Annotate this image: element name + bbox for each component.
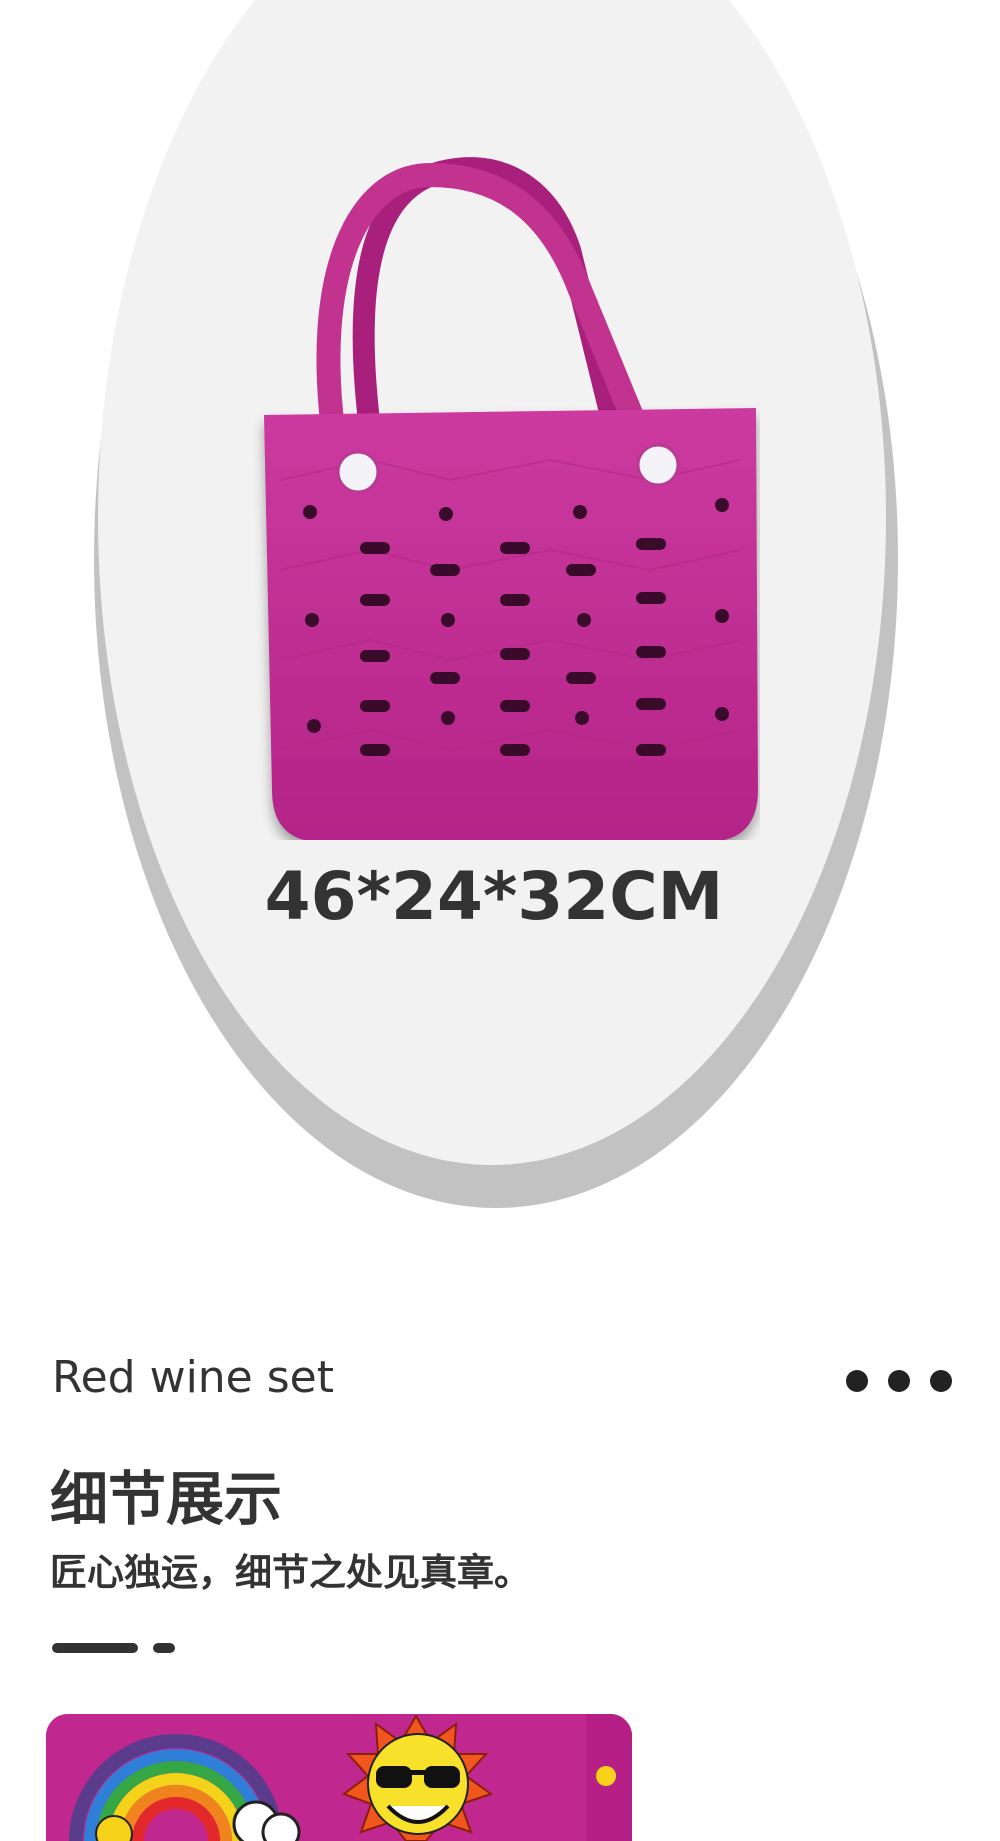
charms-illustration bbox=[46, 1714, 632, 1841]
section-title: 细节展示 bbox=[50, 1465, 283, 1533]
decorative-divider-short bbox=[153, 1643, 175, 1653]
detail-photo bbox=[46, 1714, 632, 1841]
decorative-divider-long bbox=[52, 1643, 138, 1653]
section-header-row: Red wine set bbox=[52, 1352, 952, 1408]
dot bbox=[888, 1370, 910, 1392]
product-hero: 46*24*32CM bbox=[0, 0, 1000, 1220]
dot bbox=[930, 1370, 952, 1392]
tote-bag-image bbox=[264, 157, 758, 840]
section-subtitle: Red wine set bbox=[52, 1352, 334, 1403]
more-dots-icon[interactable] bbox=[846, 1370, 952, 1392]
dot bbox=[846, 1370, 868, 1392]
section-description: 匠心独运，细节之处见真章。 bbox=[50, 1551, 531, 1594]
product-dimensions: 46*24*32CM bbox=[264, 858, 724, 935]
